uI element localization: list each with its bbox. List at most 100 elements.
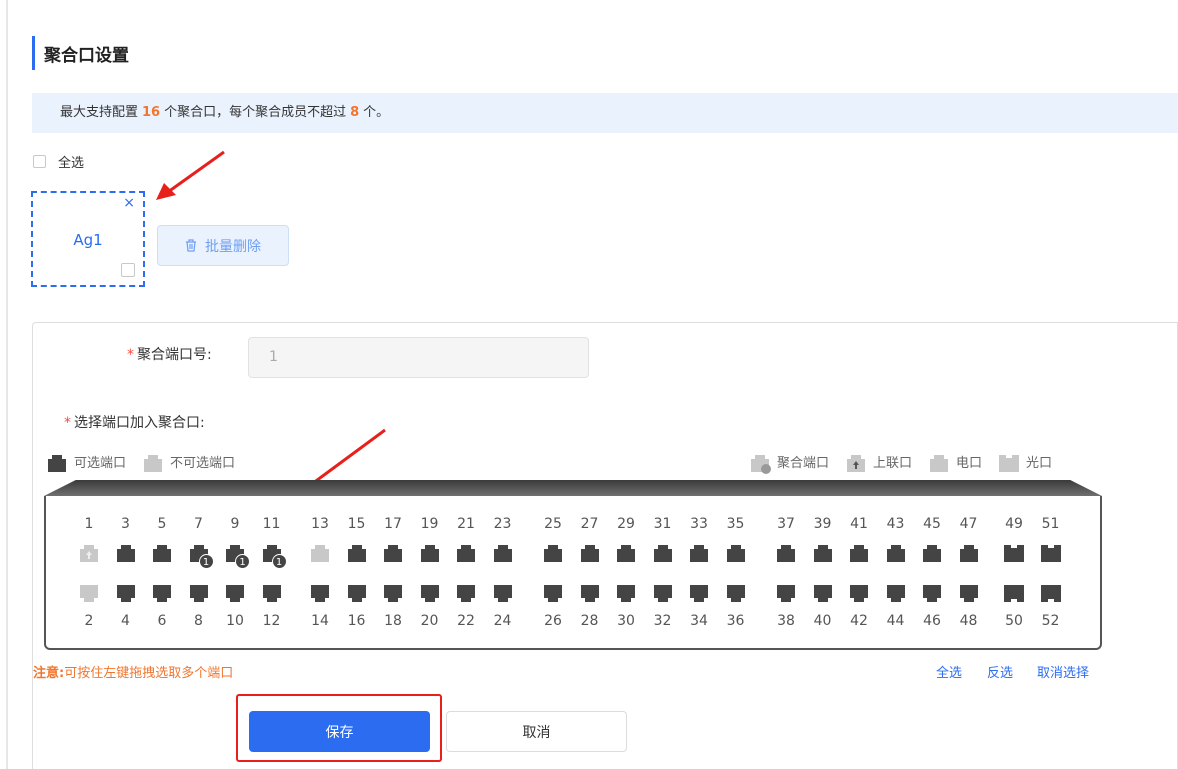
port-39[interactable]: [812, 543, 834, 564]
port-28[interactable]: [579, 583, 601, 604]
port-26[interactable]: [542, 583, 564, 604]
port-22[interactable]: [455, 583, 477, 604]
agg-port-label: * 聚合端口号:: [127, 344, 212, 364]
port-38[interactable]: [775, 583, 797, 604]
drag-select-note: 注意:可按住左键拖拽选取多个端口: [33, 662, 233, 681]
legend-available-icon: [46, 453, 68, 472]
agg-port-input[interactable]: 1: [248, 337, 589, 378]
note-bold: 注意:: [33, 666, 65, 681]
port-18[interactable]: [382, 583, 404, 604]
port-label-28: 28: [580, 613, 599, 629]
port-label-43: 43: [886, 516, 905, 532]
port-label-50: 50: [1005, 613, 1023, 629]
page-title: 聚合口设置: [32, 36, 129, 70]
port-44[interactable]: [885, 583, 907, 604]
select-ports-label: * 选择端口加入聚合口:: [64, 412, 205, 432]
port-14[interactable]: [309, 583, 331, 604]
port-30[interactable]: [615, 583, 637, 604]
aggregate-card[interactable]: × Ag1: [31, 191, 145, 287]
legend-unavailable-label: 不可选端口: [170, 456, 236, 471]
port-label-16: 16: [347, 613, 366, 629]
port-46[interactable]: [921, 583, 943, 604]
port-label-29: 29: [617, 516, 635, 532]
port-23[interactable]: [492, 543, 514, 564]
notice-max-ports: 16: [142, 105, 161, 120]
port-45[interactable]: [921, 543, 943, 564]
legend-fiber-label: 光口: [1026, 456, 1053, 471]
port-17[interactable]: [382, 543, 404, 564]
batch-delete-button[interactable]: 批量删除: [157, 225, 289, 266]
port-8[interactable]: [188, 583, 210, 604]
legend-uplink-icon: [845, 453, 867, 472]
port-12[interactable]: [261, 583, 283, 604]
port-label-40: 40: [813, 613, 832, 629]
invert-selection-link[interactable]: 反选: [987, 662, 1013, 681]
port-label-49: 49: [1005, 516, 1023, 532]
port-label-1: 1: [84, 516, 94, 532]
port-27[interactable]: [579, 543, 601, 564]
aggregate-card-checkbox[interactable]: [121, 263, 135, 277]
port-25[interactable]: [542, 543, 564, 564]
port-label-6: 6: [157, 613, 167, 629]
port-label-10: 10: [226, 613, 244, 629]
port-label-31: 31: [653, 516, 672, 532]
select-all-link[interactable]: 全选: [936, 662, 962, 681]
port-label-19: 19: [420, 516, 439, 532]
close-icon[interactable]: ×: [123, 195, 135, 211]
port-label-33: 33: [690, 516, 708, 532]
port-label-22: 22: [457, 613, 475, 629]
port-32[interactable]: [652, 583, 674, 604]
port-5[interactable]: [151, 543, 173, 564]
port-label-35: 35: [726, 516, 745, 532]
port-52[interactable]: [1040, 583, 1062, 604]
port-36[interactable]: [725, 583, 747, 604]
port-51[interactable]: [1040, 543, 1062, 564]
port-label-18: 18: [384, 613, 402, 629]
port-4[interactable]: [115, 583, 137, 604]
port-33[interactable]: [688, 543, 710, 564]
batch-delete-label: 批量删除: [205, 238, 261, 255]
port-13[interactable]: [309, 543, 331, 564]
port-41[interactable]: [848, 543, 870, 564]
port-31[interactable]: [652, 543, 674, 564]
port-label-7: 7: [194, 516, 203, 532]
select-all-label: 全选: [58, 156, 85, 171]
legend-copper: 电口: [928, 452, 982, 472]
legend-right: 聚合端口 上联口 电口 光口: [749, 452, 1053, 474]
port-1[interactable]: [78, 543, 100, 564]
select-all-checkbox[interactable]: [33, 155, 46, 168]
port-42[interactable]: [848, 583, 870, 604]
port-19[interactable]: [419, 543, 441, 564]
port-40[interactable]: [812, 583, 834, 604]
port-37[interactable]: [775, 543, 797, 564]
port-10[interactable]: [224, 583, 246, 604]
port-29[interactable]: [615, 543, 637, 564]
port-49[interactable]: [1003, 543, 1025, 564]
port-34[interactable]: [688, 583, 710, 604]
note-text: 可按住左键拖拽选取多个端口: [64, 666, 234, 681]
port-48[interactable]: [958, 583, 980, 604]
port-3[interactable]: [115, 543, 137, 564]
port-label-24: 24: [493, 613, 512, 629]
select-all-row[interactable]: 全选: [33, 152, 84, 171]
port-20[interactable]: [419, 583, 441, 604]
port-2[interactable]: [78, 583, 100, 604]
port-6[interactable]: [151, 583, 173, 604]
agg-port-label-text: 聚合端口号:: [137, 347, 212, 363]
port-21[interactable]: [455, 543, 477, 564]
port-47[interactable]: [958, 543, 980, 564]
port-35[interactable]: [725, 543, 747, 564]
aggregate-card-label: Ag1: [73, 231, 103, 249]
legend-uplink: 上联口: [845, 452, 912, 472]
port-15[interactable]: [346, 543, 368, 564]
cancel-button[interactable]: 取消: [446, 711, 627, 752]
clear-selection-link[interactable]: 取消选择: [1037, 662, 1089, 681]
legend-available-label: 可选端口: [74, 456, 127, 471]
port-24[interactable]: [492, 583, 514, 604]
port-43[interactable]: [885, 543, 907, 564]
required-mark: *: [64, 415, 71, 431]
port-50[interactable]: [1003, 583, 1025, 604]
port-label-13: 13: [311, 516, 329, 532]
port-16[interactable]: [346, 583, 368, 604]
required-mark: *: [127, 347, 134, 363]
